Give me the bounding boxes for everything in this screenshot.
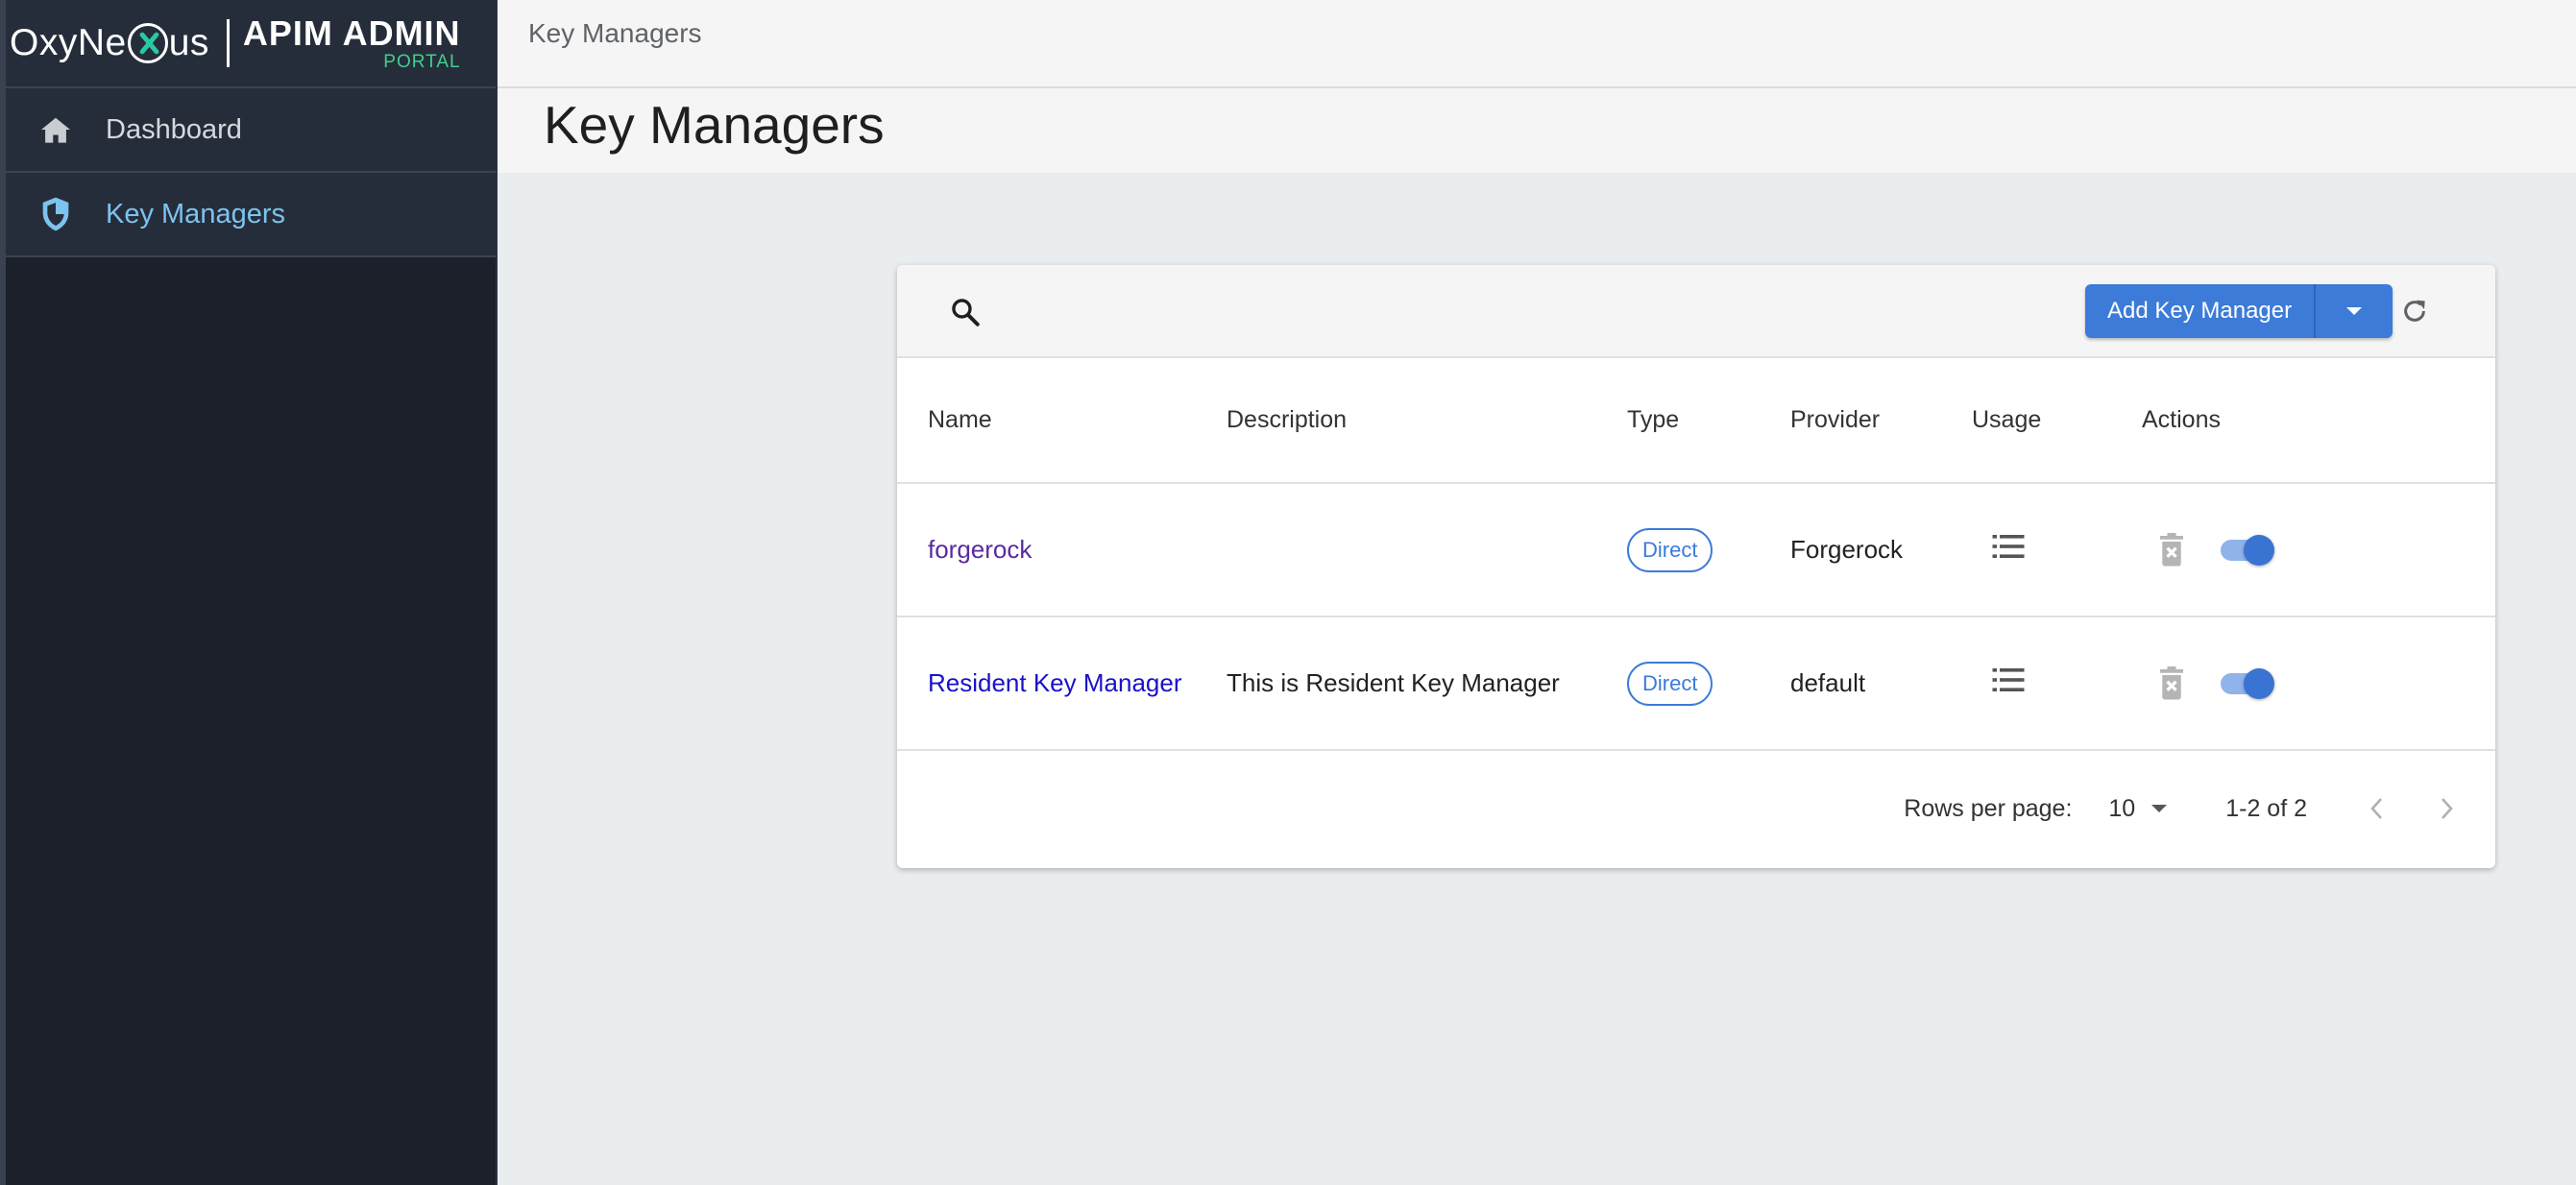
portal-name: APIM ADMIN PORTAL [242, 12, 461, 72]
list-icon[interactable] [1991, 665, 2026, 694]
column-header-description[interactable]: Description [1227, 358, 1627, 483]
portal-title: APIM ADMIN [242, 12, 461, 53]
rows-per-page-value: 10 [2108, 794, 2136, 822]
sidebar-item-label: Key Managers [106, 198, 285, 230]
key-manager-link[interactable]: Resident Key Manager [928, 668, 1181, 697]
table-header-row: Name Description Type Provider Usage Act… [897, 358, 2495, 483]
sidebar-item-key-managers[interactable]: Key Managers [6, 173, 496, 257]
chevron-right-icon [2442, 798, 2453, 819]
logo-text-end: us [168, 22, 209, 63]
top-bar: Key Managers [498, 0, 2576, 88]
type-chip: Direct [1627, 661, 1713, 706]
rows-per-page-select[interactable]: 10 [2108, 795, 2168, 823]
cell-provider: default [1790, 668, 1866, 697]
add-key-manager-split-button: Add Key Manager [2085, 284, 2394, 338]
refresh-icon[interactable] [2395, 292, 2434, 330]
next-page-button[interactable] [2428, 789, 2467, 828]
row-actions [2142, 665, 2495, 703]
enable-toggle[interactable] [2219, 531, 2278, 569]
key-managers-card: Add Key Manager Name Description Type Pr… [897, 265, 2495, 868]
cell-type: Direct [1627, 617, 1790, 750]
previous-page-button[interactable] [2357, 789, 2395, 828]
sidebar-item-label: Dashboard [106, 113, 242, 145]
brand-header: OxyNe us APIM ADMIN PORTAL [6, 0, 496, 88]
search-icon[interactable] [943, 290, 987, 334]
page-range: 1-2 of 2 [2225, 794, 2307, 822]
cell-name: forgerock [897, 483, 1227, 617]
caret-down-icon [2346, 307, 2363, 315]
cell-actions [2142, 483, 2495, 617]
brand-divider [226, 19, 230, 67]
sidebar-item-dashboard[interactable]: Dashboard [6, 88, 496, 173]
table-row: Resident Key Manager This is Resident Ke… [897, 617, 2495, 750]
cell-actions [2142, 617, 2495, 750]
sidebar: OxyNe us APIM ADMIN PORTAL Dashboard Key… [0, 0, 498, 1185]
list-icon[interactable] [1991, 532, 2026, 561]
toggle-thumb [2244, 534, 2274, 566]
shield-icon [6, 196, 106, 232]
column-header-type[interactable]: Type [1627, 358, 1790, 483]
column-header-provider[interactable]: Provider [1790, 358, 1972, 483]
cell-provider: Forgerock [1790, 535, 1904, 564]
title-band: Key Managers [498, 88, 2576, 173]
caret-down-icon [2151, 805, 2168, 812]
toggle-thumb [2244, 667, 2274, 699]
column-header-actions: Actions [2142, 406, 2221, 433]
cell-description [1227, 483, 1627, 617]
page-title: Key Managers [544, 95, 885, 155]
cell-usage [1972, 483, 2142, 617]
enable-toggle[interactable] [2219, 665, 2278, 703]
column-header-name[interactable]: Name [897, 358, 1227, 483]
column-header-usage: Usage [1972, 406, 2042, 433]
delete-icon[interactable] [2157, 665, 2186, 701]
rows-per-page-label: Rows per page: [1904, 794, 2073, 822]
row-actions [2142, 531, 2495, 569]
cell-name: Resident Key Manager [897, 617, 1227, 750]
pagination: Rows per page: 10 1-2 of 2 [897, 751, 2495, 866]
logo-x-icon [127, 23, 168, 63]
key-managers-table: Name Description Type Provider Usage Act… [897, 358, 2495, 751]
chevron-left-icon [2370, 798, 2382, 819]
cell-description: This is Resident Key Manager [1227, 668, 1560, 697]
oxynexus-logo[interactable]: OxyNe us [10, 22, 209, 64]
cell-type: Direct [1627, 483, 1790, 617]
key-manager-link[interactable]: forgerock [928, 535, 1032, 564]
add-options-dropdown-button[interactable] [2316, 284, 2394, 338]
breadcrumb: Key Managers [528, 18, 702, 48]
logo-text-start: OxyNe [10, 22, 127, 63]
home-icon [6, 115, 106, 144]
type-chip: Direct [1627, 527, 1713, 572]
delete-icon[interactable] [2157, 532, 2186, 568]
add-key-manager-button[interactable]: Add Key Manager [2085, 284, 2315, 338]
table-row: forgerock Direct Forgerock [897, 483, 2495, 617]
table-toolbar: Add Key Manager [897, 265, 2495, 358]
cell-usage [1972, 617, 2142, 750]
portal-subtitle: PORTAL [383, 51, 461, 72]
